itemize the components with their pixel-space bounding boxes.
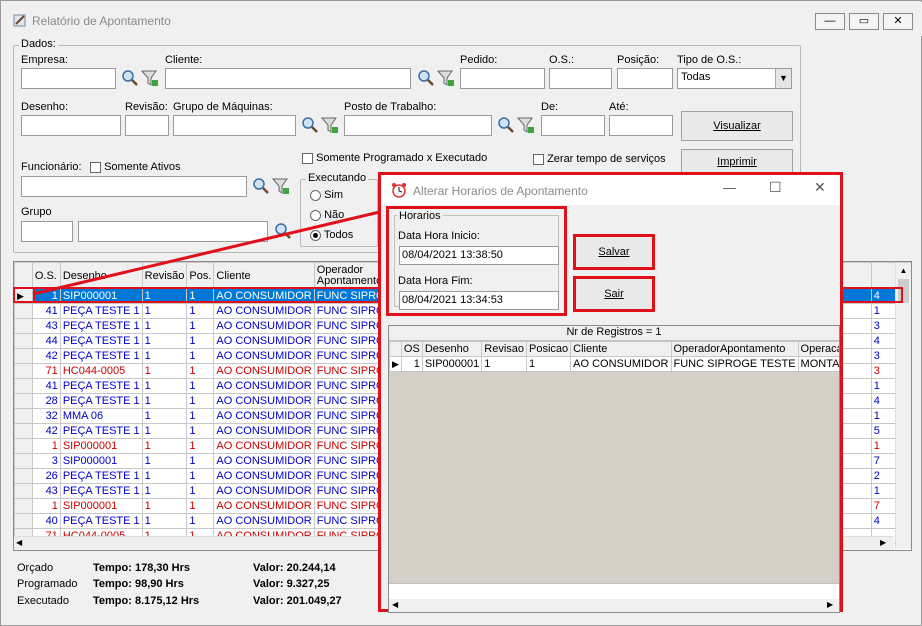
dlg-cell-os: 1 xyxy=(400,356,423,372)
dialog-horizontal-scrollbar[interactable]: ◀ ▶ xyxy=(389,599,839,612)
dialog-maximize-button[interactable]: ☐ xyxy=(769,179,782,196)
dlg-header-cliente[interactable]: Cliente xyxy=(570,341,672,357)
dlg-cell-posicao: 1 xyxy=(526,356,572,372)
dlg-cell-desenho: SIP000001 xyxy=(421,356,483,372)
alarm-clock-icon xyxy=(392,183,406,198)
dlg-header-desenho[interactable]: Desenho xyxy=(421,341,483,357)
alterar-horarios-dialog: Alterar Horarios de Apontamento — ☐ ✕ Ho… xyxy=(378,172,843,613)
scroll-left-icon[interactable]: ◀ xyxy=(392,600,398,609)
scroll-right-icon[interactable]: ▶ xyxy=(827,600,833,609)
dlg-header-indicator xyxy=(389,341,402,357)
nr-registros: Nr de Registros = 1 xyxy=(389,326,839,341)
dlg-header-posicao[interactable]: Posicao xyxy=(526,341,572,357)
inicio-label: Data Hora Inicio: xyxy=(398,230,480,242)
fim-input[interactable]: 08/04/2021 13:34:53 xyxy=(399,291,559,310)
dlg-header-revisao[interactable]: Revisao xyxy=(481,341,528,357)
horarios-label: Horarios xyxy=(397,210,443,222)
dialog-grid-footer xyxy=(389,583,839,600)
row-pointer-icon: ▶ xyxy=(389,356,402,372)
dlg-cell-operador: FUNC SIPROGE TESTE xyxy=(670,356,799,372)
sair-button[interactable]: Sair xyxy=(573,276,655,312)
dialog-close-button[interactable]: ✕ xyxy=(814,179,826,196)
dialog-grid[interactable]: Nr de Registros = 1 OS Desenho Revisao P… xyxy=(388,325,840,613)
inicio-input[interactable]: 08/04/2021 13:38:50 xyxy=(399,246,559,265)
dlg-header-os[interactable]: OS xyxy=(400,341,423,357)
horarios-group: Horarios Data Hora Inicio: 08/04/2021 13… xyxy=(386,206,567,316)
dlg-header-operacao[interactable]: OperacaoAp xyxy=(797,341,839,357)
dialog-title-bar: Alterar Horarios de Apontamento — ☐ ✕ xyxy=(381,175,840,205)
dialog-minimize-button[interactable]: — xyxy=(723,180,736,195)
dlg-cell-revisao: 1 xyxy=(481,356,528,372)
dlg-cell-operacao: MONTAGEM xyxy=(797,356,839,372)
salvar-button[interactable]: Salvar xyxy=(573,234,655,270)
dlg-cell-cliente: AO CONSUMIDOR xyxy=(570,356,672,372)
dialog-table-row[interactable]: ▶ 1 SIP000001 1 1 AO CONSUMIDOR FUNC SIP… xyxy=(389,356,839,372)
dlg-header-operador[interactable]: OperadorApontamento xyxy=(670,341,799,357)
dialog-title: Alterar Horarios de Apontamento xyxy=(413,184,588,198)
fim-label: Data Hora Fim: xyxy=(398,275,473,287)
